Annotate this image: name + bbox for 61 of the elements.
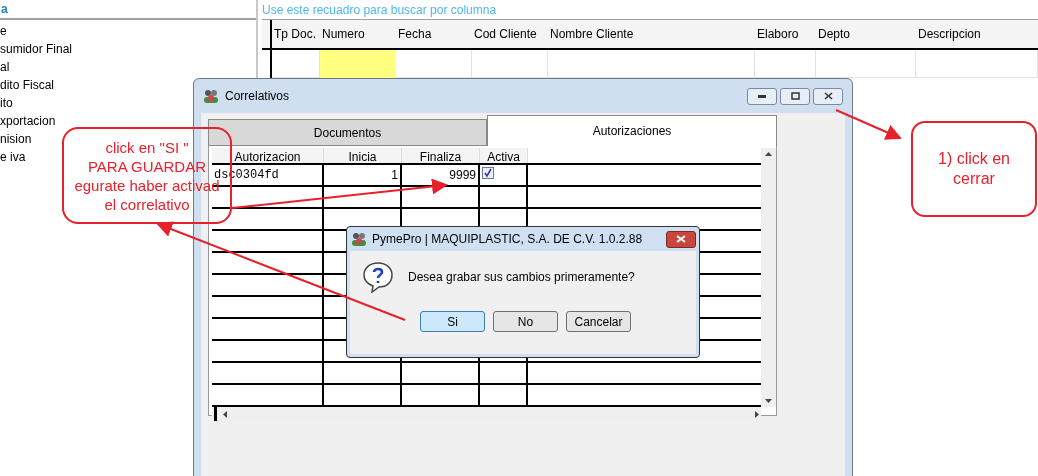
scroll-up-icon[interactable] [765,152,772,156]
close-icon [676,235,686,243]
column-header[interactable]: Autorizacion [212,148,324,163]
scroll-down-icon[interactable] [765,399,772,403]
callout-text: click en "SI " [105,137,189,157]
callout-text: cerrar [953,169,995,189]
grid-cell[interactable] [472,50,548,78]
grid-cell[interactable] [548,50,755,78]
close-icon [823,92,833,100]
column-header[interactable]: Inicia [324,148,402,163]
list-item[interactable]: nision [0,130,32,148]
scroll-right-icon[interactable] [755,410,759,418]
grid-cell[interactable] [272,50,320,78]
column-header[interactable]: Finaliza [402,148,480,163]
dialog-button[interactable]: Cancelar [566,311,631,332]
list-item[interactable]: e [0,22,7,40]
column-header[interactable]: Descripcion [916,20,1038,48]
list-item[interactable]: e iva [0,148,26,166]
close-button[interactable] [813,87,843,105]
dialog-title: PymePro | MAQUIPLASTIC, S.A. DE C.V. 1.0.2.88 [372,231,643,248]
list-item[interactable]: ito [0,94,13,112]
grid-cell[interactable] [916,50,1038,78]
callout-text: el correlativo [104,194,190,214]
table-cell: 1 [324,165,402,185]
maximize-icon [790,92,800,100]
dialog-button[interactable]: Si [420,311,485,332]
tab[interactable]: Documentos [208,119,487,146]
column-header[interactable]: Depto [816,20,916,48]
list-item[interactable]: al [0,58,10,76]
list-item[interactable]: sumidor Final [0,40,73,58]
column-header[interactable]: Fecha [396,20,472,48]
callout-text: 1) click en [938,149,1010,169]
maximize-button[interactable] [780,87,810,105]
arrow [835,109,902,140]
panel-heading: a [1,2,8,16]
column-header[interactable]: Numero [320,20,396,48]
list-item[interactable]: dito Fiscal [0,76,55,94]
people-icon [351,231,367,247]
tab[interactable]: Autorizaciones [487,115,777,146]
grid-cell[interactable] [816,50,916,78]
dialog-button[interactable]: No [493,311,558,332]
grid-cell[interactable] [396,50,472,78]
minimize-button[interactable] [747,87,777,105]
search-hint: Use este recuadro para buscar por columna [262,1,497,19]
column-header[interactable]: Nombre Cliente [548,20,755,48]
column-header[interactable]: Elaboro [755,20,816,48]
column-header[interactable]: Cod Cliente [472,20,548,48]
grid-cell[interactable] [755,50,816,78]
list-item[interactable]: xportacion [0,112,56,130]
grid-cell[interactable] [320,50,396,78]
checkbox[interactable] [482,167,494,179]
dialog-message: Desea grabar sus cambios primeramente? [408,269,635,286]
scroll-left-icon[interactable] [223,410,227,418]
table-cell: 9999 [402,165,480,185]
window-title: Correlativos [225,88,290,105]
people-icon [203,88,219,104]
question-icon [362,261,394,293]
minimize-icon [758,94,766,98]
column-header[interactable]: Activa [480,148,528,163]
close-button[interactable] [666,230,696,248]
column-header[interactable]: Tp Doc. [272,20,320,48]
